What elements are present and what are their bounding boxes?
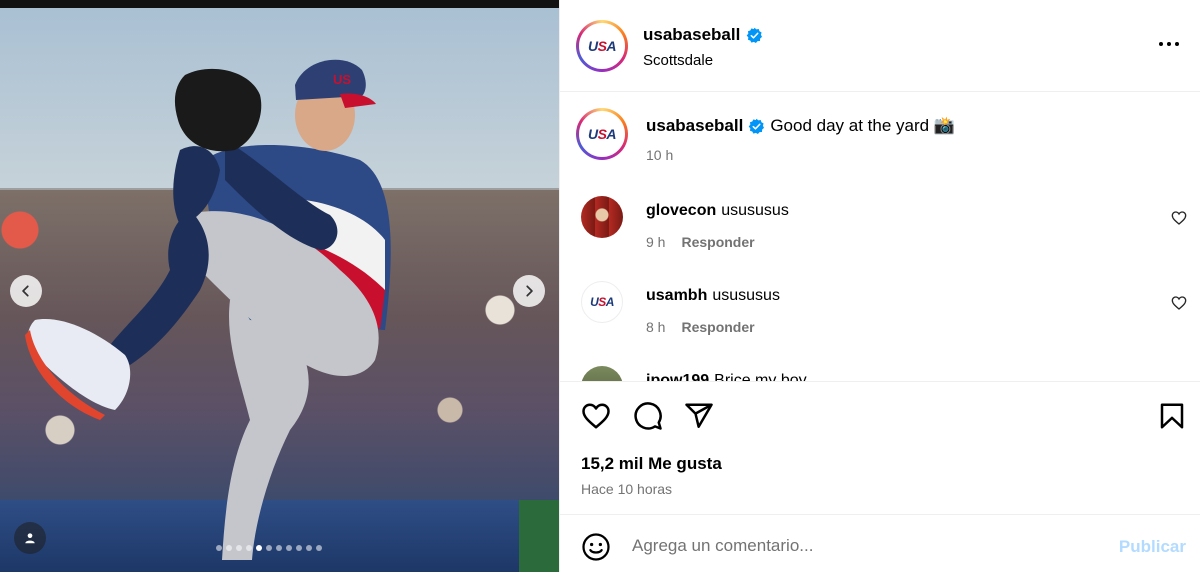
likes-count[interactable]: 15,2 mil Me gusta — [581, 454, 722, 474]
carousel-dot — [296, 545, 302, 551]
carousel-dot — [266, 545, 272, 551]
post-age[interactable]: Hace 10 horas — [581, 481, 672, 497]
post-photo: US — [0, 0, 559, 572]
more-options-icon[interactable] — [1157, 32, 1181, 56]
comment-text: usususus — [712, 287, 780, 304]
publish-button[interactable]: Publicar — [1119, 537, 1186, 557]
caption-text: Good day at the yard 📸 — [770, 116, 955, 135]
carousel-dot — [306, 545, 312, 551]
add-comment-bar: Publicar — [560, 515, 1200, 572]
caption-avatar[interactable]: USA — [576, 108, 628, 160]
caption-username[interactable]: usabaseball — [646, 116, 743, 136]
pitcher-figure: US — [25, 59, 391, 560]
post-header: USA usabaseball Scottsdale — [560, 0, 1200, 92]
carousel-dot — [236, 545, 242, 551]
carousel-dot — [316, 545, 322, 551]
chevron-right-icon — [526, 285, 533, 297]
comment-item: glovecon usususus 9 h Responder — [560, 196, 1200, 276]
heart-icon[interactable] — [581, 401, 611, 431]
comment-time: 8 h — [646, 319, 666, 335]
chevron-left-icon — [22, 285, 29, 297]
comment-username[interactable]: usambh — [646, 287, 707, 305]
profile-avatar[interactable]: USA — [576, 20, 628, 72]
usa-baseball-logo: USA — [587, 126, 617, 142]
caption-timestamp: 10 h — [646, 147, 674, 163]
carousel-prev-button[interactable] — [10, 275, 42, 307]
post-actions: 15,2 mil Me gusta Hace 10 horas — [560, 381, 1200, 515]
carousel-dot — [256, 545, 262, 551]
carousel-dot — [226, 545, 232, 551]
post-location[interactable]: Scottsdale — [643, 52, 713, 69]
comment-body: glovecon usususus — [646, 202, 789, 220]
svg-text:US: US — [333, 72, 351, 87]
comment-icon[interactable] — [633, 401, 663, 431]
post-side-panel: USA usabaseball Scottsdale USA usabaseba… — [559, 0, 1200, 572]
smiley-icon[interactable] — [581, 532, 611, 562]
comment-text: usususus — [721, 202, 789, 219]
carousel-indicator — [216, 545, 322, 551]
comments-list[interactable]: USA usabaseball Good day at the yard 📸 1… — [560, 92, 1200, 382]
header-username[interactable]: usabaseball — [643, 25, 740, 45]
reply-button[interactable]: Responder — [681, 234, 754, 250]
usa-baseball-logo: USA — [587, 38, 617, 54]
comment-meta: 9 h Responder — [646, 234, 755, 250]
verified-badge-icon — [747, 27, 763, 43]
heart-outline-icon[interactable] — [1171, 210, 1187, 226]
verified-badge-icon — [749, 118, 765, 134]
commenter-avatar[interactable] — [581, 196, 623, 238]
comment-input[interactable] — [632, 531, 1092, 561]
header-username-row: usabaseball — [643, 25, 763, 45]
caption: usabaseball Good day at the yard 📸 — [646, 116, 955, 136]
carousel-dot — [246, 545, 252, 551]
comment-body: usambh usususus — [646, 287, 780, 305]
share-icon[interactable] — [684, 401, 714, 431]
carousel-next-button[interactable] — [513, 275, 545, 307]
comment-username[interactable]: glovecon — [646, 202, 716, 220]
carousel-dot — [286, 545, 292, 551]
comment-item: USA usambh usususus 8 h Responder — [560, 281, 1200, 361]
commenter-avatar[interactable]: USA — [581, 281, 623, 323]
carousel-dot — [276, 545, 282, 551]
comment-time: 9 h — [646, 234, 666, 250]
tagged-users-button[interactable] — [14, 522, 46, 554]
person-icon — [25, 533, 35, 544]
comment-item: jpow199 Brice my boy — [560, 366, 1200, 382]
heart-outline-icon[interactable] — [1171, 295, 1187, 311]
comment-meta: 8 h Responder — [646, 319, 755, 335]
bookmark-icon[interactable] — [1157, 401, 1187, 431]
usa-baseball-logo: USA — [590, 295, 614, 309]
commenter-avatar[interactable] — [581, 366, 623, 382]
reply-button[interactable]: Responder — [681, 319, 754, 335]
carousel-dot — [216, 545, 222, 551]
